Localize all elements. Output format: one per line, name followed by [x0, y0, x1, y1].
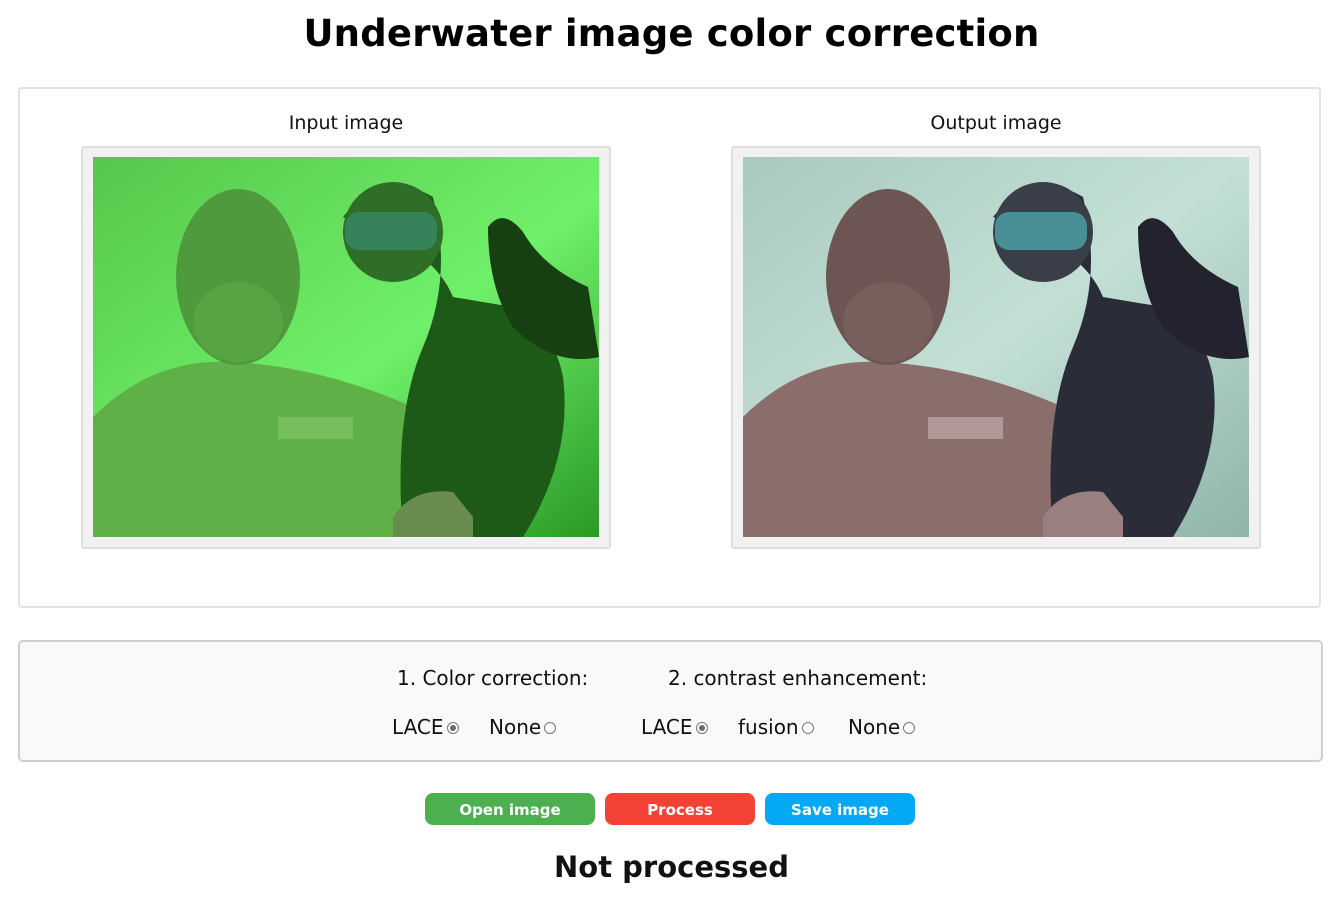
- contrast-option-fusion[interactable]: fusion: [738, 715, 814, 739]
- color-correction-option-none[interactable]: None: [489, 715, 557, 739]
- status-text: Not processed: [554, 850, 789, 884]
- radio-button[interactable]: [903, 722, 916, 734]
- input-image: [93, 157, 599, 537]
- radio-button-selected[interactable]: [446, 722, 459, 734]
- radio-label: fusion: [738, 715, 799, 739]
- page-title: Underwater image color correction: [303, 12, 1040, 55]
- output-image-frame: [731, 146, 1261, 549]
- open-image-button[interactable]: Open image: [425, 793, 595, 825]
- radio-label: LACE: [641, 715, 693, 739]
- process-button[interactable]: Process: [605, 793, 755, 825]
- contrast-option-lace[interactable]: LACE: [641, 715, 708, 739]
- radio-button[interactable]: [544, 722, 557, 734]
- color-correction-option-lace[interactable]: LACE: [392, 715, 459, 739]
- input-image-label: Input image: [288, 112, 404, 134]
- input-image-frame: [81, 146, 611, 549]
- color-correction-label: 1. Color correction:: [397, 666, 589, 690]
- radio-button[interactable]: [801, 722, 814, 734]
- radio-label: None: [489, 715, 542, 739]
- contrast-option-none[interactable]: None: [848, 715, 916, 739]
- radio-label: LACE: [392, 715, 444, 739]
- radio-label: None: [848, 715, 901, 739]
- output-image: [743, 157, 1249, 537]
- contrast-enhancement-label: 2. contrast enhancement:: [668, 666, 928, 690]
- options-panel: 1. Color correction: 2. contrast enhance…: [18, 640, 1323, 762]
- images-panel: Input image Output image: [18, 87, 1321, 608]
- output-image-label: Output image: [930, 112, 1062, 134]
- save-image-button[interactable]: Save image: [765, 793, 915, 825]
- radio-button-selected[interactable]: [695, 722, 708, 734]
